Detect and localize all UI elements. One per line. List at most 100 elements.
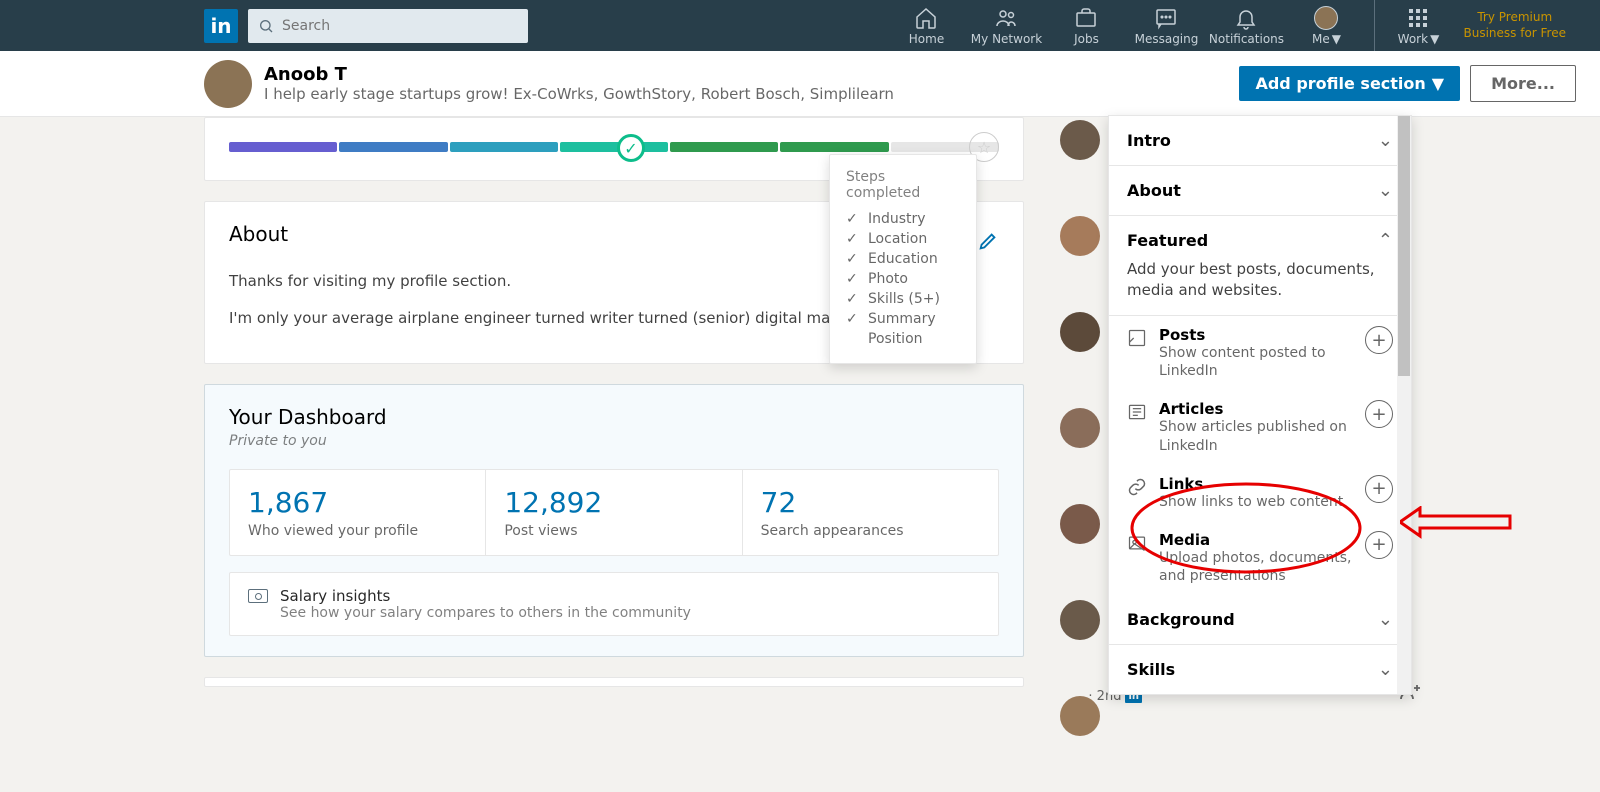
check-icon: ✓ xyxy=(617,134,645,162)
stat-who-viewed[interactable]: 1,867 Who viewed your profile xyxy=(230,470,486,555)
person-avatar[interactable] xyxy=(1060,120,1100,160)
bell-icon xyxy=(1234,6,1258,30)
steps-title: Steps completed xyxy=(846,169,960,201)
nav-me-label: Me xyxy=(1312,32,1330,46)
nav-premium[interactable]: Try Premium Business for Free xyxy=(1453,0,1576,51)
stat-search-appearances[interactable]: 72 Search appearances xyxy=(743,470,998,555)
featured-item-sub: Show links to web content xyxy=(1159,493,1343,511)
featured-media: Media Upload photos, documents, and pres… xyxy=(1109,521,1411,595)
more-button[interactable]: More... xyxy=(1470,65,1576,102)
money-icon xyxy=(248,589,268,603)
caret-down-icon: ▼ xyxy=(1332,32,1341,46)
person-avatar[interactable] xyxy=(1060,600,1100,640)
featured-links: Links Show links to web content + xyxy=(1109,465,1411,521)
person-avatar[interactable] xyxy=(1060,408,1100,448)
nav-work[interactable]: Work▼ xyxy=(1383,0,1453,51)
featured-desc: Add your best posts, documents, media an… xyxy=(1127,259,1393,301)
strength-progress xyxy=(229,142,999,152)
add-media-button[interactable]: + xyxy=(1365,531,1393,559)
nav-network[interactable]: My Network xyxy=(966,0,1046,51)
top-nav: in Home My Network Jobs Messaging Notifi… xyxy=(0,0,1600,51)
linkedin-logo[interactable]: in xyxy=(204,9,238,43)
nav-messaging[interactable]: Messaging xyxy=(1126,0,1206,51)
profile-strength-card: ✓ ☆ Steps completed Industry Location Ed… xyxy=(204,117,1024,181)
caret-down-icon: ▼ xyxy=(1430,32,1439,46)
panel-intro[interactable]: Intro ⌄ xyxy=(1109,116,1411,166)
search-input[interactable] xyxy=(282,18,518,34)
chevron-down-icon: ⌄ xyxy=(1378,130,1393,151)
premium-line2: Business for Free xyxy=(1463,26,1566,42)
pencil-icon[interactable] xyxy=(977,230,999,252)
post-icon xyxy=(1127,328,1147,348)
person-avatar[interactable] xyxy=(1060,504,1100,544)
panel-label: Skills xyxy=(1127,660,1175,679)
search-icon xyxy=(258,18,274,34)
step-item: Education xyxy=(846,249,960,269)
stat-number: 12,892 xyxy=(504,486,723,519)
stat-number: 72 xyxy=(761,486,980,519)
featured-item-sub: Show content posted to LinkedIn xyxy=(1159,344,1353,380)
person-avatar[interactable] xyxy=(1060,696,1100,736)
caret-down-icon: ▼ xyxy=(1432,74,1444,93)
media-icon xyxy=(1127,533,1147,553)
nav-home[interactable]: Home xyxy=(886,0,966,51)
panel-skills[interactable]: Skills ⌄ xyxy=(1109,645,1411,694)
featured-posts: Posts Show content posted to LinkedIn + xyxy=(1109,316,1411,390)
featured-item-title: Media xyxy=(1159,531,1353,549)
stat-label: Post views xyxy=(504,523,723,539)
network-icon xyxy=(994,6,1018,30)
profile-tagline: I help early stage startups grow! Ex-CoW… xyxy=(264,85,1239,103)
link-icon xyxy=(1127,477,1147,497)
dashboard-private: Private to you xyxy=(229,433,999,449)
salary-sub: See how your salary compares to others i… xyxy=(280,605,691,621)
me-avatar xyxy=(1314,6,1338,30)
progress-seg xyxy=(560,142,668,152)
step-item: Industry xyxy=(846,209,960,229)
profile-avatar[interactable] xyxy=(204,60,252,108)
nav-me[interactable]: Me▼ xyxy=(1286,0,1366,51)
add-posts-button[interactable]: + xyxy=(1365,326,1393,354)
salary-insights-row[interactable]: Salary insights See how your salary comp… xyxy=(229,572,999,636)
next-card-peek xyxy=(204,677,1024,687)
person-avatar[interactable] xyxy=(1060,216,1100,256)
add-articles-button[interactable]: + xyxy=(1365,400,1393,428)
panel-about[interactable]: About ⌄ xyxy=(1109,166,1411,216)
search-box[interactable] xyxy=(248,9,528,43)
panel-label: About xyxy=(1127,181,1181,200)
chevron-down-icon: ⌄ xyxy=(1378,609,1393,630)
featured-item-sub: Show articles published on LinkedIn xyxy=(1159,418,1353,454)
person-avatar[interactable] xyxy=(1060,312,1100,352)
stat-label: Who viewed your profile xyxy=(248,523,467,539)
step-item: Position xyxy=(846,329,960,349)
stat-label: Search appearances xyxy=(761,523,980,539)
progress-seg xyxy=(339,142,447,152)
salary-title: Salary insights xyxy=(280,587,691,605)
panel-background[interactable]: Background ⌄ xyxy=(1109,595,1411,645)
stat-post-views[interactable]: 12,892 Post views xyxy=(486,470,742,555)
progress-seg xyxy=(450,142,558,152)
article-icon xyxy=(1127,402,1147,422)
panel-featured[interactable]: Featured ⌃ Add your best posts, document… xyxy=(1109,216,1411,316)
featured-item-title: Links xyxy=(1159,475,1343,493)
nav-notifications-label: Notifications xyxy=(1209,32,1284,46)
briefcase-icon xyxy=(1074,6,1098,30)
add-links-button[interactable]: + xyxy=(1365,475,1393,503)
nav-divider xyxy=(1374,0,1375,51)
nav-home-label: Home xyxy=(909,32,944,46)
step-item: Summary xyxy=(846,309,960,329)
premium-line1: Try Premium xyxy=(1477,10,1552,26)
panel-scrollbar[interactable] xyxy=(1397,116,1411,694)
home-icon xyxy=(914,6,938,30)
nav-jobs[interactable]: Jobs xyxy=(1046,0,1126,51)
progress-seg xyxy=(229,142,337,152)
dashboard-stats: 1,867 Who viewed your profile 12,892 Pos… xyxy=(229,469,999,556)
featured-item-title: Articles xyxy=(1159,400,1353,418)
nav-work-label: Work xyxy=(1398,32,1428,46)
featured-articles: Articles Show articles published on Link… xyxy=(1109,390,1411,464)
add-profile-section-button[interactable]: Add profile section ▼ xyxy=(1239,66,1460,101)
messaging-icon xyxy=(1154,6,1178,30)
stat-number: 1,867 xyxy=(248,486,467,519)
nav-notifications[interactable]: Notifications xyxy=(1206,0,1286,51)
profile-sticky-header: Anoob T I help early stage startups grow… xyxy=(0,51,1600,117)
panel-label: Intro xyxy=(1127,131,1171,150)
